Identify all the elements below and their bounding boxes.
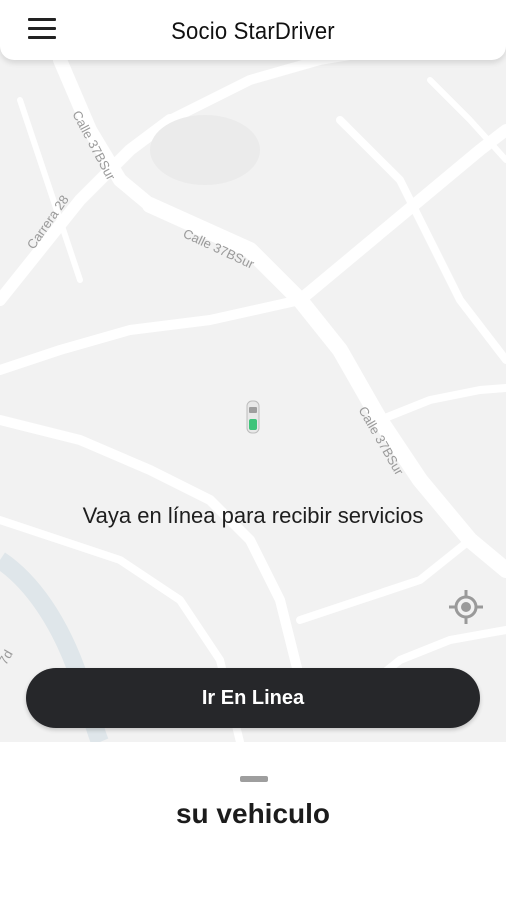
page-title: Socio StarDriver	[171, 18, 335, 45]
app-screen: Calle 37BSur Carrera 28 Calle 37BSur Cal…	[0, 0, 506, 900]
vehicle-bottom-sheet: su vehiculo	[0, 742, 506, 900]
offline-status-message: Vaya en línea para recibir servicios	[82, 503, 424, 528]
map-view[interactable]: Calle 37BSur Carrera 28 Calle 37BSur Cal…	[0, 0, 506, 742]
vehicle-sheet-title: su vehiculo	[175, 798, 331, 829]
sheet-drag-handle[interactable]	[240, 776, 268, 782]
go-online-button[interactable]: Ir En Linea	[26, 668, 480, 728]
app-header: Socio StarDriver	[0, 0, 506, 60]
my-location-icon[interactable]	[447, 588, 485, 626]
car-marker-icon	[246, 400, 260, 434]
